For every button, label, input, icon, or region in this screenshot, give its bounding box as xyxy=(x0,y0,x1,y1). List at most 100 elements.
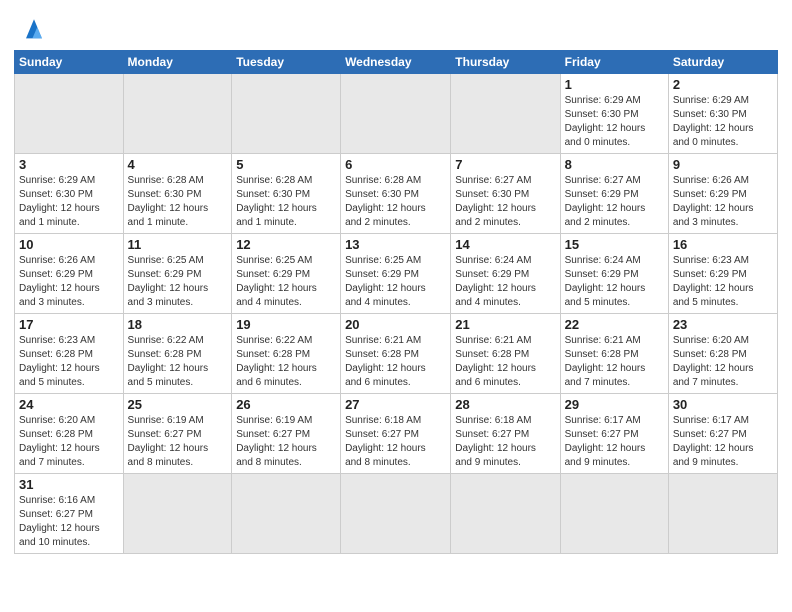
calendar-cell: 17 Sunrise: 6:23 AM Sunset: 6:28 PM Dayli… xyxy=(15,314,124,394)
day-info: Sunrise: 6:20 AM Sunset: 6:28 PM Dayligh… xyxy=(673,334,773,390)
day-info: Sunrise: 6:19 AM Sunset: 6:27 PM Dayligh… xyxy=(128,414,228,470)
day-number: 3 xyxy=(19,157,119,172)
calendar-cell xyxy=(668,474,777,554)
day-number: 28 xyxy=(455,397,555,412)
weekday-header-friday: Friday xyxy=(560,51,668,74)
calendar-cell xyxy=(451,474,560,554)
day-info: Sunrise: 6:29 AM Sunset: 6:30 PM Dayligh… xyxy=(565,94,664,150)
calendar-cell: 11Sunrise: 6:25 AM Sunset: 6:29 PM Dayli… xyxy=(123,234,232,314)
calendar-cell: 18Sunrise: 6:22 AM Sunset: 6:28 PM Dayli… xyxy=(123,314,232,394)
calendar-cell: 24 Sunrise: 6:20 AM Sunset: 6:28 PM Dayli… xyxy=(15,394,124,474)
day-number: 15 xyxy=(565,237,664,252)
calendar-cell: 23 Sunrise: 6:20 AM Sunset: 6:28 PM Dayli… xyxy=(668,314,777,394)
weekday-header-saturday: Saturday xyxy=(668,51,777,74)
day-number: 20 xyxy=(345,317,446,332)
day-info: Sunrise: 6:29 AM Sunset: 6:30 PM Dayligh… xyxy=(673,94,773,150)
day-info: Sunrise: 6:23 AM Sunset: 6:29 PM Dayligh… xyxy=(673,254,773,310)
day-number: 1 xyxy=(565,77,664,92)
calendar-cell xyxy=(232,74,341,154)
calendar-week-row: 3 Sunrise: 6:29 AM Sunset: 6:30 PM Daylig… xyxy=(15,154,778,234)
day-number: 19 xyxy=(236,317,336,332)
calendar-cell: 9Sunrise: 6:26 AM Sunset: 6:29 PM Daylig… xyxy=(668,154,777,234)
calendar-cell: 5 Sunrise: 6:28 AM Sunset: 6:30 PM Daylig… xyxy=(232,154,341,234)
day-number: 7 xyxy=(455,157,555,172)
calendar-cell: 15 Sunrise: 6:24 AM Sunset: 6:29 PM Dayli… xyxy=(560,234,668,314)
weekday-header-wednesday: Wednesday xyxy=(341,51,451,74)
calendar-week-row: 31 Sunrise: 6:16 AM Sunset: 6:27 PM Dayli… xyxy=(15,474,778,554)
day-info: Sunrise: 6:25 AM Sunset: 6:29 PM Dayligh… xyxy=(236,254,336,310)
day-number: 29 xyxy=(565,397,664,412)
day-number: 5 xyxy=(236,157,336,172)
weekday-header-monday: Monday xyxy=(123,51,232,74)
day-info: Sunrise: 6:28 AM Sunset: 6:30 PM Dayligh… xyxy=(128,174,228,230)
day-info: Sunrise: 6:26 AM Sunset: 6:29 PM Dayligh… xyxy=(19,254,119,310)
calendar-cell: 10 Sunrise: 6:26 AM Sunset: 6:29 PM Dayli… xyxy=(15,234,124,314)
weekday-header-sunday: Sunday xyxy=(15,51,124,74)
calendar-cell: 1 Sunrise: 6:29 AM Sunset: 6:30 PM Daylig… xyxy=(560,74,668,154)
day-info: Sunrise: 6:23 AM Sunset: 6:28 PM Dayligh… xyxy=(19,334,119,390)
page: SundayMondayTuesdayWednesdayThursdayFrid… xyxy=(0,0,792,612)
day-number: 16 xyxy=(673,237,773,252)
day-number: 21 xyxy=(455,317,555,332)
day-number: 23 xyxy=(673,317,773,332)
logo xyxy=(14,14,50,42)
day-info: Sunrise: 6:27 AM Sunset: 6:30 PM Dayligh… xyxy=(455,174,555,230)
day-info: Sunrise: 6:28 AM Sunset: 6:30 PM Dayligh… xyxy=(345,174,446,230)
calendar-cell xyxy=(341,474,451,554)
day-info: Sunrise: 6:21 AM Sunset: 6:28 PM Dayligh… xyxy=(345,334,446,390)
day-info: Sunrise: 6:29 AM Sunset: 6:30 PM Dayligh… xyxy=(19,174,119,230)
day-number: 12 xyxy=(236,237,336,252)
day-number: 24 xyxy=(19,397,119,412)
calendar-table: SundayMondayTuesdayWednesdayThursdayFrid… xyxy=(14,50,778,554)
weekday-header-thursday: Thursday xyxy=(451,51,560,74)
day-number: 31 xyxy=(19,477,119,492)
calendar-week-row: 1 Sunrise: 6:29 AM Sunset: 6:30 PM Daylig… xyxy=(15,74,778,154)
day-number: 18 xyxy=(128,317,228,332)
weekday-header-row: SundayMondayTuesdayWednesdayThursdayFrid… xyxy=(15,51,778,74)
day-number: 14 xyxy=(455,237,555,252)
day-info: Sunrise: 6:28 AM Sunset: 6:30 PM Dayligh… xyxy=(236,174,336,230)
day-number: 30 xyxy=(673,397,773,412)
calendar-cell: 3 Sunrise: 6:29 AM Sunset: 6:30 PM Daylig… xyxy=(15,154,124,234)
day-info: Sunrise: 6:18 AM Sunset: 6:27 PM Dayligh… xyxy=(455,414,555,470)
day-info: Sunrise: 6:24 AM Sunset: 6:29 PM Dayligh… xyxy=(455,254,555,310)
day-number: 17 xyxy=(19,317,119,332)
calendar-cell: 6 Sunrise: 6:28 AM Sunset: 6:30 PM Daylig… xyxy=(341,154,451,234)
day-info: Sunrise: 6:22 AM Sunset: 6:28 PM Dayligh… xyxy=(236,334,336,390)
calendar-week-row: 17 Sunrise: 6:23 AM Sunset: 6:28 PM Dayli… xyxy=(15,314,778,394)
day-number: 8 xyxy=(565,157,664,172)
day-info: Sunrise: 6:19 AM Sunset: 6:27 PM Dayligh… xyxy=(236,414,336,470)
calendar-cell: 29 Sunrise: 6:17 AM Sunset: 6:27 PM Dayli… xyxy=(560,394,668,474)
calendar-cell xyxy=(341,74,451,154)
day-number: 6 xyxy=(345,157,446,172)
day-info: Sunrise: 6:24 AM Sunset: 6:29 PM Dayligh… xyxy=(565,254,664,310)
calendar-cell xyxy=(15,74,124,154)
weekday-header-tuesday: Tuesday xyxy=(232,51,341,74)
calendar-cell: 22 Sunrise: 6:21 AM Sunset: 6:28 PM Dayli… xyxy=(560,314,668,394)
day-info: Sunrise: 6:21 AM Sunset: 6:28 PM Dayligh… xyxy=(565,334,664,390)
day-info: Sunrise: 6:16 AM Sunset: 6:27 PM Dayligh… xyxy=(19,494,119,550)
day-number: 26 xyxy=(236,397,336,412)
calendar-cell: 31 Sunrise: 6:16 AM Sunset: 6:27 PM Dayli… xyxy=(15,474,124,554)
day-number: 10 xyxy=(19,237,119,252)
calendar-cell: 21Sunrise: 6:21 AM Sunset: 6:28 PM Dayli… xyxy=(451,314,560,394)
calendar-cell xyxy=(560,474,668,554)
day-info: Sunrise: 6:20 AM Sunset: 6:28 PM Dayligh… xyxy=(19,414,119,470)
day-number: 11 xyxy=(128,237,228,252)
calendar-cell: 30 Sunrise: 6:17 AM Sunset: 6:27 PM Dayli… xyxy=(668,394,777,474)
day-info: Sunrise: 6:17 AM Sunset: 6:27 PM Dayligh… xyxy=(673,414,773,470)
day-number: 25 xyxy=(128,397,228,412)
day-info: Sunrise: 6:18 AM Sunset: 6:27 PM Dayligh… xyxy=(345,414,446,470)
calendar-cell xyxy=(232,474,341,554)
calendar-cell: 4 Sunrise: 6:28 AM Sunset: 6:30 PM Daylig… xyxy=(123,154,232,234)
day-number: 27 xyxy=(345,397,446,412)
day-number: 4 xyxy=(128,157,228,172)
day-number: 9 xyxy=(673,157,773,172)
calendar-cell xyxy=(123,474,232,554)
calendar-cell: 28 Sunrise: 6:18 AM Sunset: 6:27 PM Dayli… xyxy=(451,394,560,474)
calendar-cell: 26 Sunrise: 6:19 AM Sunset: 6:27 PM Dayli… xyxy=(232,394,341,474)
day-number: 2 xyxy=(673,77,773,92)
day-number: 22 xyxy=(565,317,664,332)
calendar-cell: 12 Sunrise: 6:25 AM Sunset: 6:29 PM Dayli… xyxy=(232,234,341,314)
day-info: Sunrise: 6:17 AM Sunset: 6:27 PM Dayligh… xyxy=(565,414,664,470)
